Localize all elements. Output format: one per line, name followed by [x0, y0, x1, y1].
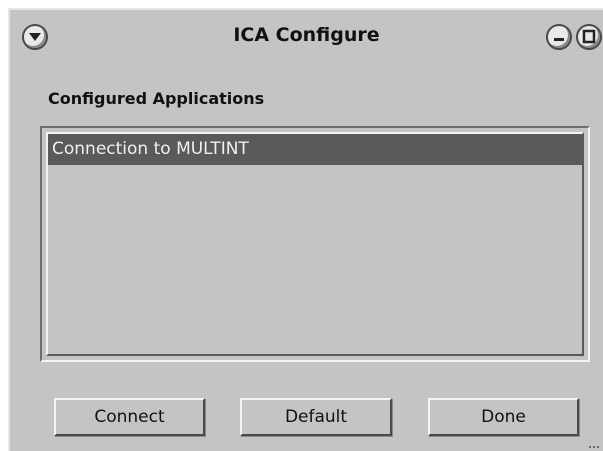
ica-configure-window: ICA Configure Configured Applications Co… [8, 8, 603, 451]
minimize-icon [554, 38, 564, 41]
configured-applications-label: Configured Applications [48, 89, 265, 108]
title-bar[interactable]: ICA Configure [10, 10, 603, 62]
done-button[interactable]: Done [428, 398, 579, 436]
resize-grip-icon[interactable] [589, 441, 601, 449]
window-title: ICA Configure [233, 24, 380, 46]
connect-button[interactable]: Connect [54, 398, 205, 436]
default-button[interactable]: Default [240, 398, 392, 436]
applications-list[interactable]: Connection to MULTINT [46, 132, 584, 356]
maximize-button[interactable] [576, 24, 602, 50]
maximize-icon [582, 29, 596, 44]
list-item[interactable]: Connection to MULTINT [48, 134, 582, 165]
minimize-button[interactable] [546, 24, 572, 50]
applications-list-frame: Connection to MULTINT [40, 126, 590, 362]
